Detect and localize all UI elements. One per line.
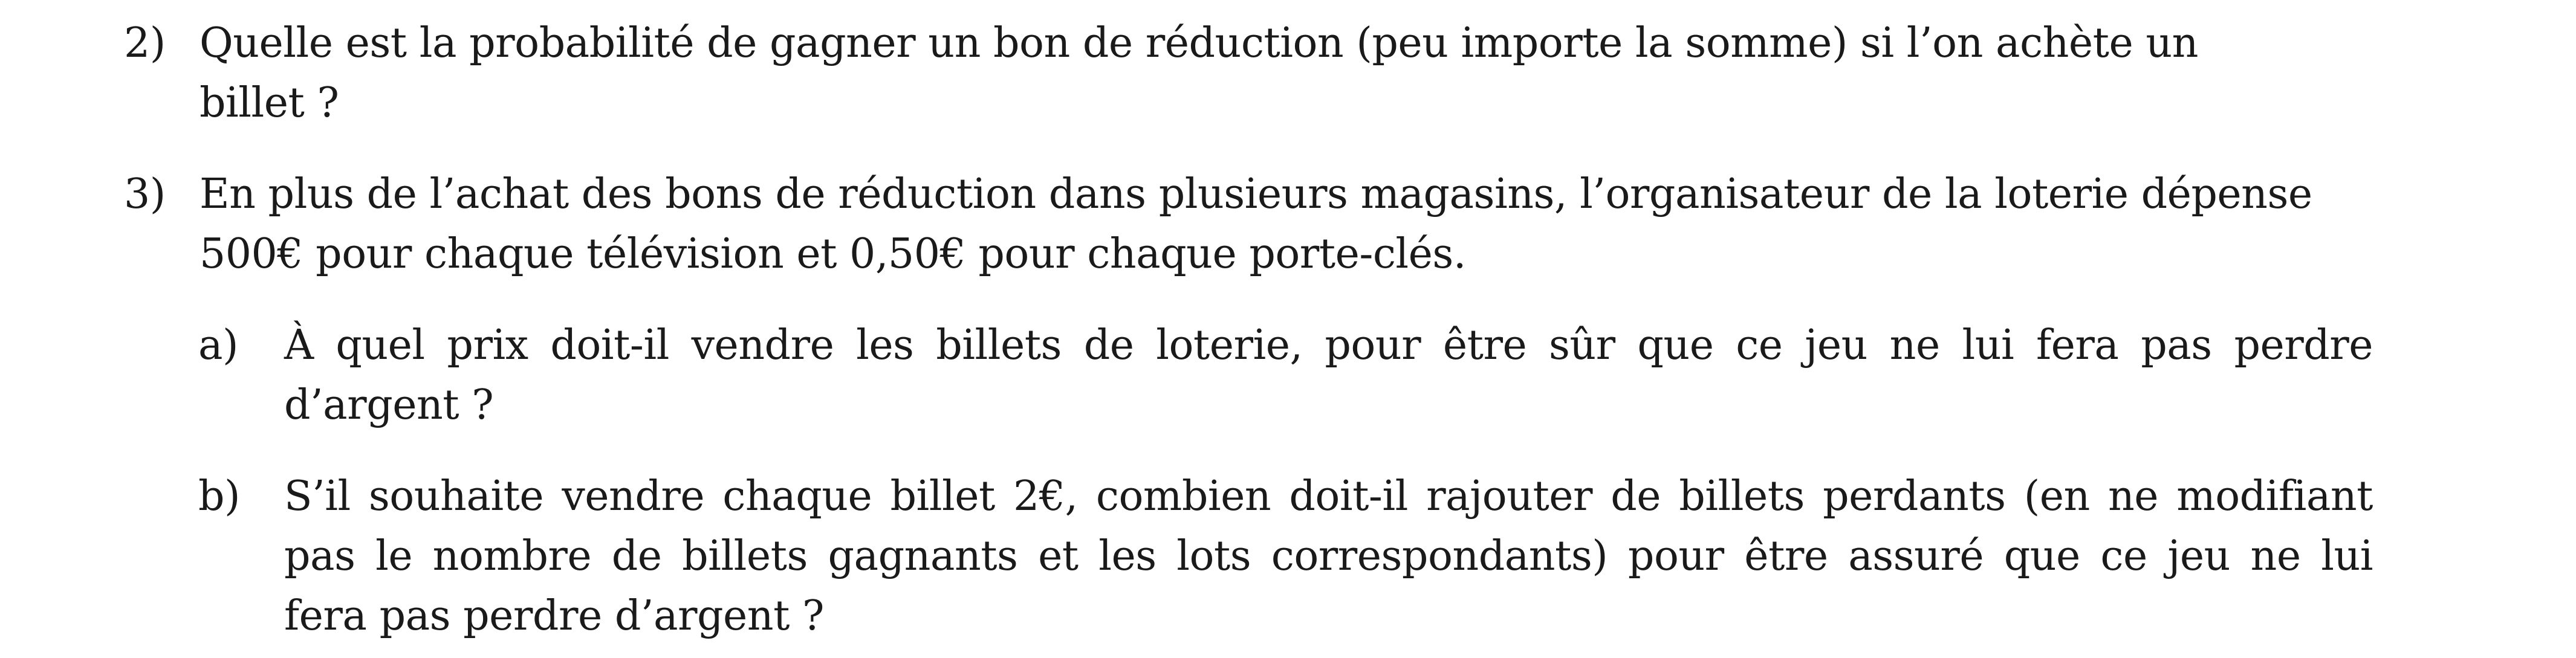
question-text: Quelle est la probabilité de gagner un b… (200, 13, 2373, 133)
question-number: 2) (124, 19, 166, 67)
question-text: En plus de l’achat des bons de réduction… (200, 164, 2373, 284)
question-line: En plus de l’achat des bons de réduction… (200, 170, 2312, 218)
subquestion-line: fera pas perdre d’argent ? (284, 592, 824, 640)
question-line: billet ? (200, 79, 339, 127)
question-3: 3) En plus de l’achat des bons de réduct… (124, 164, 2373, 284)
subquestion-line: d’argent ? (284, 381, 494, 429)
subquestion-text: À quel prix doit-il vendre les billets d… (284, 315, 2373, 435)
question-line: Quelle est la probabilité de gagner un b… (200, 19, 2198, 67)
document-page: 2) Quelle est la probabilité de gagner u… (0, 0, 2576, 658)
question-2: 2) Quelle est la probabilité de gagner u… (124, 13, 2373, 133)
question-number: 3) (124, 170, 166, 218)
subquestion-line: pas le nombre de billets gagnants et les… (284, 532, 2373, 580)
question-line: 500€ pour chaque télévision et 0,50€ pou… (200, 230, 1466, 278)
subquestion-line: S’il souhaite vendre chaque billet 2€, c… (284, 473, 2373, 520)
subquestion-letter: b) (198, 473, 241, 520)
subquestion-letter: a) (198, 321, 239, 369)
subquestion-text: S’il souhaite vendre chaque billet 2€, c… (284, 466, 2373, 646)
subquestion-a: a) À quel prix doit-il vendre les billet… (198, 315, 2373, 435)
subquestion-b: b) S’il souhaite vendre chaque billet 2€… (198, 466, 2373, 646)
subquestion-line: À quel prix doit-il vendre les billets d… (284, 321, 2373, 369)
